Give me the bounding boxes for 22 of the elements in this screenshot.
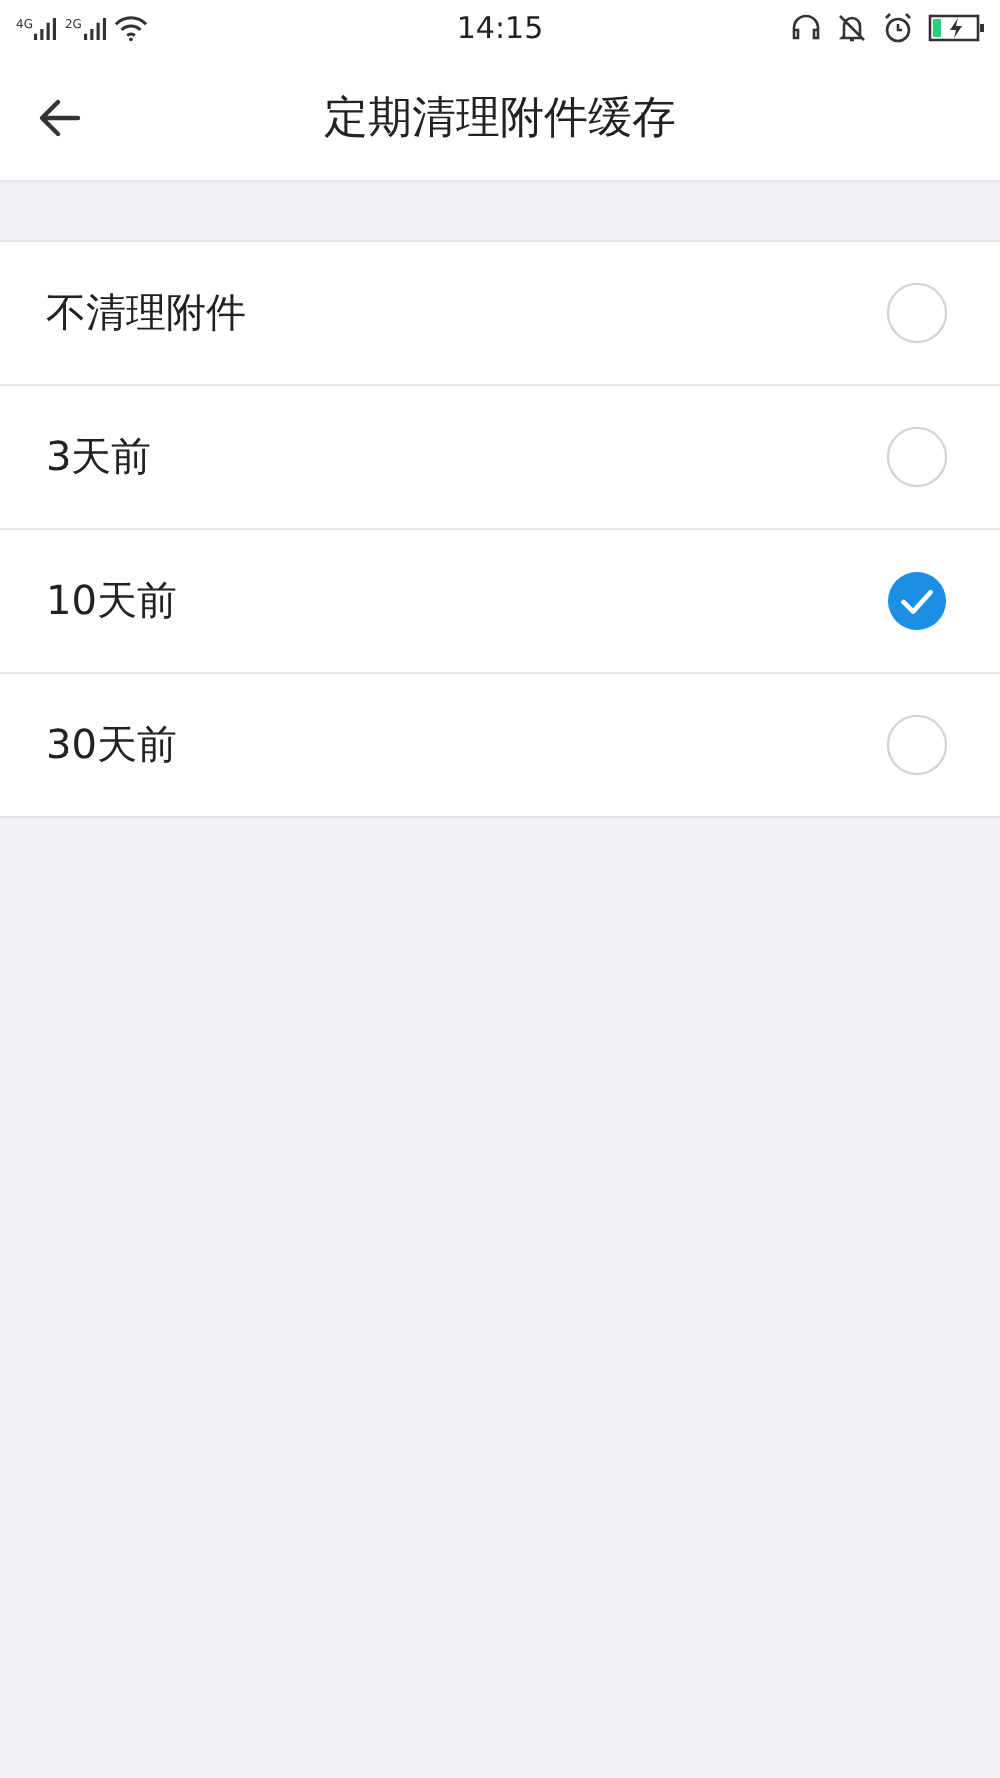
- option-row[interactable]: 10天前: [0, 530, 1000, 674]
- back-arrow-icon[interactable]: [36, 94, 84, 142]
- page-title: 定期清理附件缓存: [324, 92, 676, 148]
- option-row[interactable]: 3天前: [0, 386, 1000, 530]
- radio-button[interactable]: [886, 714, 948, 776]
- alarm-icon: [882, 12, 914, 44]
- radio-button[interactable]: [886, 282, 948, 344]
- battery-icon: [928, 14, 984, 42]
- signal-icon: [83, 17, 106, 39]
- option-row[interactable]: 30天前: [0, 674, 1000, 816]
- radio-checked-icon[interactable]: [886, 570, 948, 632]
- option-label: 30天前: [46, 718, 177, 772]
- option-label: 不清理附件: [46, 286, 246, 340]
- status-time: 14:15: [456, 10, 544, 46]
- option-row[interactable]: 不清理附件: [0, 242, 1000, 386]
- radio-button[interactable]: [886, 426, 948, 488]
- option-label: 10天前: [46, 574, 177, 628]
- wifi-icon: [113, 14, 148, 42]
- option-label: 3天前: [46, 430, 152, 484]
- headset-icon: [790, 12, 822, 44]
- muted-bell-icon: [836, 12, 868, 44]
- signal-icon: [34, 17, 57, 39]
